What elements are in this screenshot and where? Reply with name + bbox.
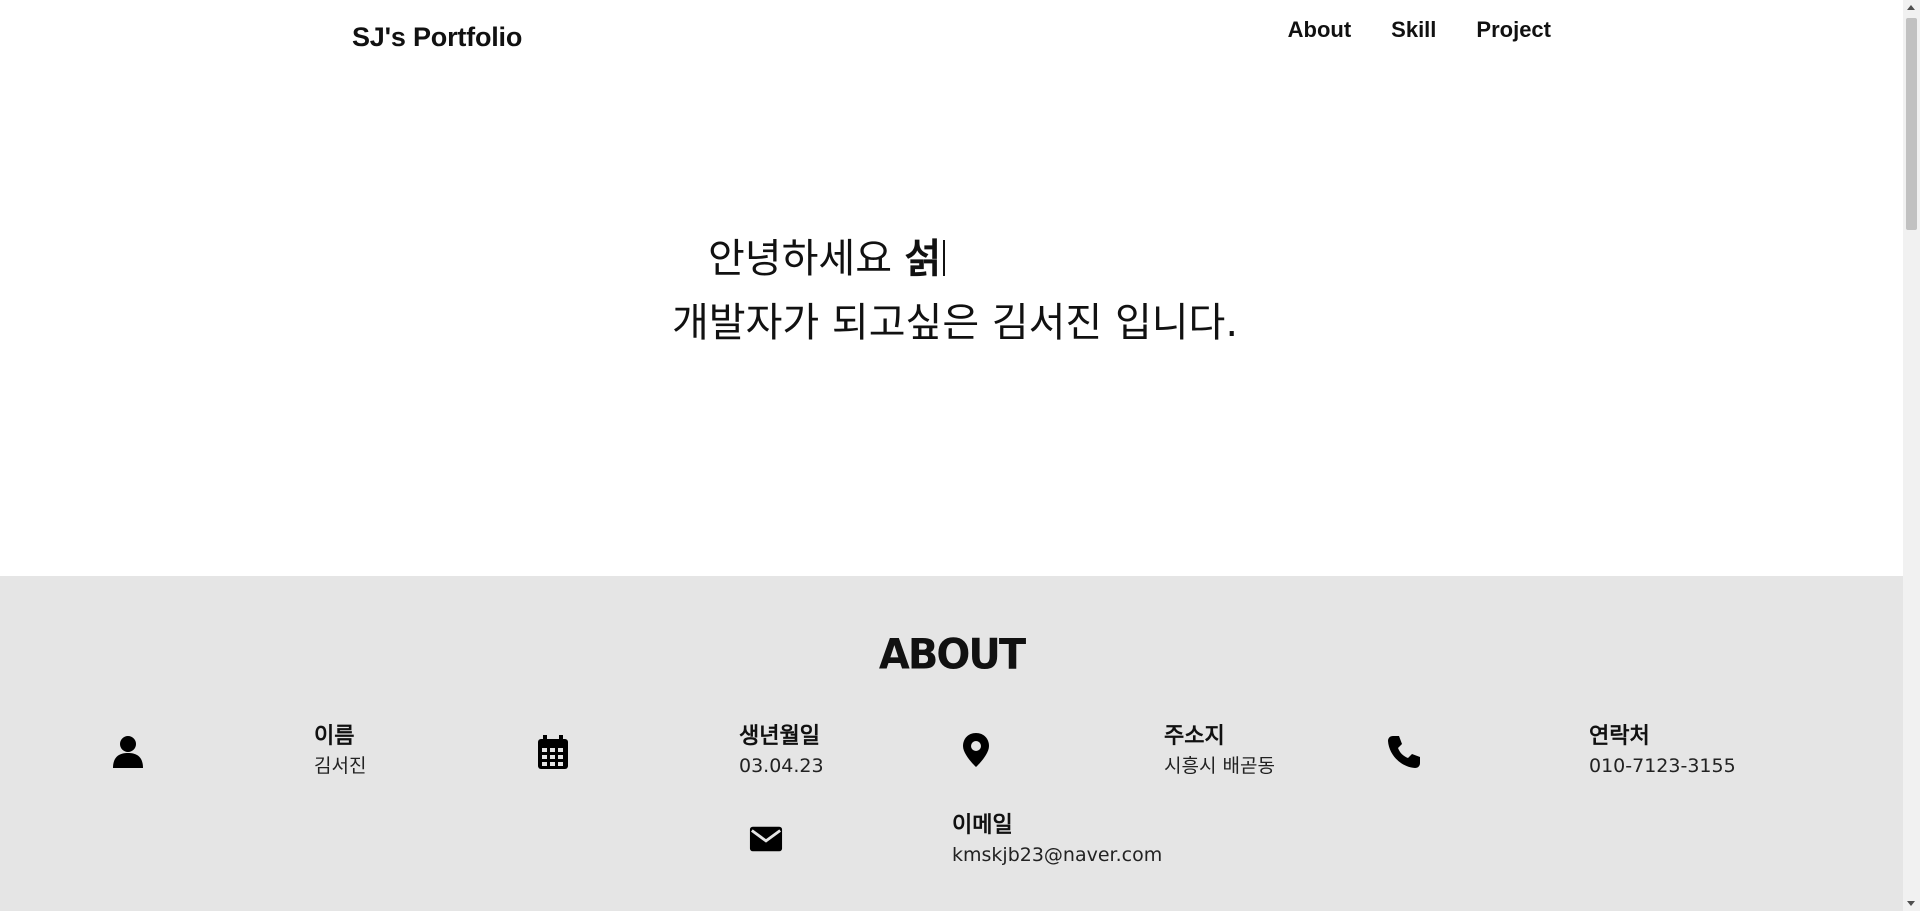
about-item-phone: 연락처 010-7123-3155 <box>1589 722 1736 780</box>
about-item-name: 이름 김서진 <box>314 722 366 780</box>
about-item-label: 이름 <box>314 724 355 749</box>
about-item-label: 이메일 <box>952 813 1013 838</box>
about-title: ABOUT <box>878 630 1026 680</box>
about-item-label: 생년월일 <box>739 724 820 749</box>
about-item-label: 주소지 <box>1164 724 1225 749</box>
about-item-value: 010-7123-3155 <box>1589 755 1736 777</box>
about-item-label: 연락처 <box>1589 724 1650 749</box>
hero-greeting-text: 안녕하세요 <box>708 236 905 282</box>
scroll-down-arrow-icon[interactable] <box>1907 901 1915 906</box>
phone-icon <box>1386 734 1422 770</box>
scrollbar-thumb[interactable] <box>1906 18 1917 230</box>
nav-project-link[interactable]: Project <box>1476 17 1551 43</box>
scroll-up-arrow-icon[interactable] <box>1907 5 1915 10</box>
nav-skill-link[interactable]: Skill <box>1391 17 1436 43</box>
about-section: ABOUT 이름 김서진 생년월일 03.04.23 주소지 시흥시 배곧동 연… <box>0 576 1903 911</box>
page: SJ's Portfolio About Skill Project 안녕하세요… <box>0 0 1903 911</box>
about-item-birth: 생년월일 03.04.23 <box>739 722 824 780</box>
about-item-value: 03.04.23 <box>739 755 824 777</box>
calendar-icon <box>535 734 571 770</box>
hero-greeting: 안녕하세요 섥 <box>708 226 945 284</box>
envelope-icon <box>749 822 783 856</box>
about-item-address: 주소지 시흥시 배곧동 <box>1164 722 1275 780</box>
about-item-value: 시흥시 배곧동 <box>1164 755 1275 777</box>
map-pin-icon <box>958 732 994 768</box>
nav-about-link[interactable]: About <box>1288 17 1352 43</box>
main-nav: About Skill Project <box>1288 17 1551 43</box>
about-item-email: 이메일 kmskjb23@naver.com <box>952 811 1162 869</box>
page-scrollbar[interactable] <box>1903 0 1920 911</box>
about-item-value: kmskjb23@naver.com <box>952 844 1163 866</box>
about-item-value: 김서진 <box>314 755 367 777</box>
typing-cursor <box>942 240 945 276</box>
hero-intro: 개발자가 되고싶은 김서진 입니다. <box>672 300 1239 346</box>
site-logo[interactable]: SJ's Portfolio <box>352 22 522 53</box>
person-icon <box>110 734 146 770</box>
typing-text: 섥 <box>904 236 942 282</box>
